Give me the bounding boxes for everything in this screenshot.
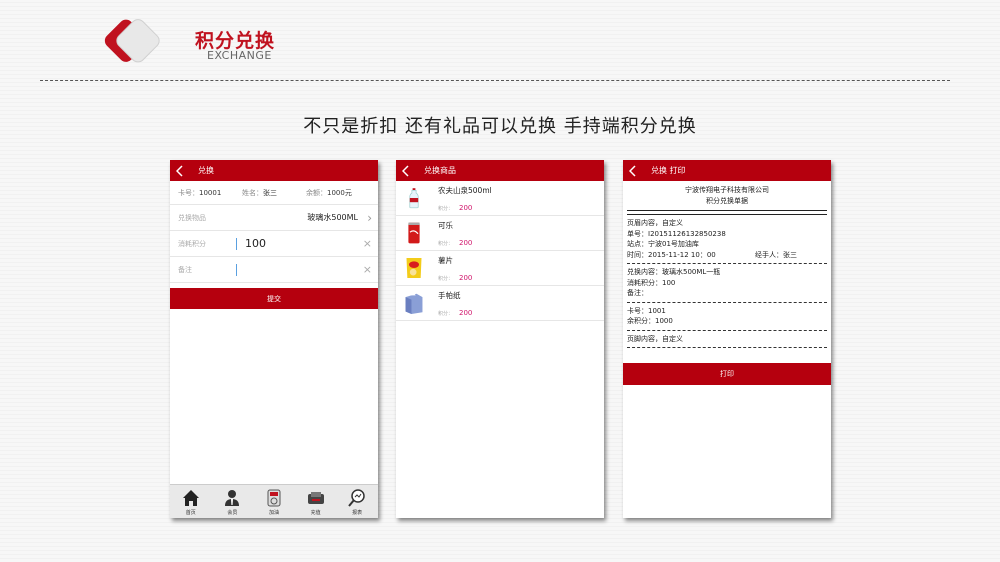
recharge-icon	[307, 492, 324, 504]
balance-value: 1000元	[327, 188, 352, 197]
tab-fuel[interactable]: 加油	[253, 485, 295, 518]
points-value: 200	[459, 239, 473, 247]
points-used: 消耗积分：100	[627, 278, 676, 287]
points-value: 200	[459, 204, 473, 212]
exchange-content: 兑换内容：玻璃水500ML一瓶	[627, 268, 721, 276]
item-label: 兑换物品	[178, 213, 206, 222]
dashed-divider	[627, 263, 827, 264]
station: 站点：宁波01号加油库	[627, 240, 699, 248]
company-name: 宁波传翔电子科技有限公司	[685, 186, 769, 194]
time: 时间：2015-11-12 10：00	[627, 250, 716, 259]
tab-member[interactable]: 会员	[212, 485, 254, 518]
tab-label: 首页	[185, 510, 196, 516]
double-divider	[627, 210, 827, 215]
note-label: 备注	[178, 265, 192, 274]
balance-label: 余额：	[306, 188, 327, 197]
name-value: 张三	[263, 188, 277, 197]
header-note: 页眉内容，自定义	[627, 219, 683, 227]
fuel-icon	[267, 489, 281, 507]
points-label: 积分：	[438, 241, 454, 247]
receipt-title: 积分兑换单据	[706, 196, 748, 205]
list-item[interactable]: 可乐 积分： 200	[396, 216, 604, 251]
member-info-row: 卡号：10001 姓名：张三 余额：1000元	[170, 181, 378, 205]
points-value: 200	[459, 274, 473, 282]
points-label: 消耗积分	[178, 239, 206, 248]
product-name: 农夫山泉500ml	[438, 186, 492, 195]
card-number: 卡号：1001	[627, 306, 666, 315]
note-input[interactable]	[236, 263, 370, 276]
product-name: 可乐	[438, 221, 453, 230]
card-label: 卡号：	[178, 188, 199, 197]
order-number: 单号：I20151126132850238	[627, 229, 726, 238]
page-subtitle: EXCHANGE	[207, 49, 272, 62]
receipt: 宁波传翔电子科技有限公司 积分兑换单据 页眉内容，自定义 单号：I2015112…	[623, 181, 831, 348]
chips-bag-icon	[396, 251, 432, 285]
topbar-title: 兑换	[198, 166, 214, 175]
water-bottle-icon	[396, 181, 432, 215]
divider	[40, 80, 950, 81]
topbar-title: 兑换 打印	[651, 166, 686, 175]
logo	[96, 14, 168, 76]
tab-bar: 首页 会员 加油 充值 报表	[170, 484, 378, 518]
member-icon	[225, 490, 240, 506]
note: 备注：	[627, 289, 648, 297]
topbar: 兑换商品	[396, 160, 604, 181]
tissue-box-icon	[396, 286, 432, 320]
footer-note: 页脚内容，自定义	[627, 334, 683, 343]
list-item[interactable]: 薯片 积分： 200	[396, 251, 604, 286]
product-name: 薯片	[438, 256, 453, 265]
tab-label: 加油	[268, 510, 279, 516]
tab-recharge[interactable]: 充值	[295, 485, 337, 518]
dashed-divider	[627, 329, 827, 331]
item-value: 玻璃水500ML	[307, 213, 358, 222]
points-label: 积分：	[438, 276, 454, 282]
phone-product-list: 兑换商品 农夫山泉500ml 积分： 200 可乐 积分： 200 薯片 积分： 20…	[396, 160, 604, 518]
name-label: 姓名：	[242, 188, 263, 197]
card-value: 10001	[199, 188, 222, 197]
operator: 经手人：张三	[755, 250, 797, 259]
dashed-divider	[627, 301, 827, 303]
topbar-title: 兑换商品	[424, 166, 456, 175]
tab-label: 充值	[310, 510, 321, 516]
points-input[interactable]: 100	[236, 237, 370, 250]
points-value: 200	[459, 309, 473, 317]
dashed-divider	[627, 347, 827, 348]
back-icon[interactable]	[176, 164, 188, 177]
points-label: 积分：	[438, 311, 454, 317]
tab-report[interactable]: 报表	[336, 485, 378, 518]
points-field-row: 消耗积分 100 ×	[170, 231, 378, 257]
topbar: 兑换	[170, 160, 378, 181]
submit-button[interactable]: 提交	[170, 288, 378, 309]
item-select-row[interactable]: 兑换物品 玻璃水500ML ›	[170, 205, 378, 231]
note-field-row: 备注 ×	[170, 257, 378, 283]
report-icon	[348, 489, 365, 507]
tab-home[interactable]: 首页	[170, 485, 212, 518]
clear-icon[interactable]: ×	[363, 263, 372, 276]
phone-exchange-form: 兑换 卡号：10001 姓名：张三 余额：1000元 兑换物品 玻璃水500ML…	[170, 160, 378, 518]
clear-icon[interactable]: ×	[363, 237, 372, 250]
cola-can-icon	[396, 216, 432, 250]
home-icon	[182, 490, 199, 506]
tab-label: 会员	[227, 510, 238, 516]
remaining-points: 余积分：1000	[627, 317, 673, 325]
topbar: 兑换 打印	[623, 160, 831, 181]
points-label: 积分：	[438, 206, 454, 212]
chevron-right-icon: ›	[367, 210, 372, 225]
back-icon[interactable]	[402, 164, 414, 177]
print-button[interactable]: 打印	[623, 363, 831, 385]
list-item[interactable]: 手帕纸 积分： 200	[396, 286, 604, 321]
product-name: 手帕纸	[438, 291, 461, 300]
phone-print-receipt: 兑换 打印 宁波传翔电子科技有限公司 积分兑换单据 页眉内容，自定义 单号：I2…	[623, 160, 831, 518]
headline: 不只是折扣 还有礼品可以兑换 手持端积分兑换	[303, 116, 697, 137]
back-icon[interactable]	[629, 164, 641, 177]
list-item[interactable]: 农夫山泉500ml 积分： 200	[396, 181, 604, 216]
tab-label: 报表	[352, 510, 363, 516]
